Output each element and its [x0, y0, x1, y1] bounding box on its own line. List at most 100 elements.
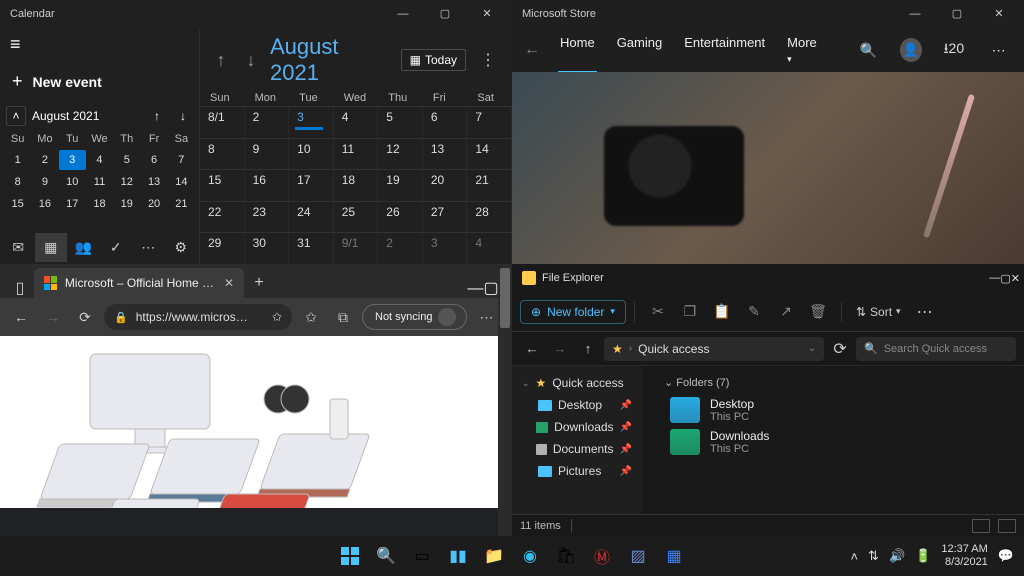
mail-icon[interactable]: ✉ — [2, 233, 35, 262]
start-button[interactable] — [334, 540, 366, 572]
day-cell[interactable]: 20 — [423, 169, 468, 201]
web-content[interactable] — [0, 336, 512, 508]
store-tab-home[interactable]: Home — [558, 25, 597, 75]
mini-day[interactable]: 9 — [31, 172, 58, 192]
mini-day[interactable]: 17 — [59, 194, 86, 214]
day-cell[interactable]: 14 — [467, 138, 512, 170]
day-cell[interactable]: 28 — [467, 201, 512, 233]
day-cell[interactable]: 8/1 — [200, 106, 245, 138]
mini-prev-icon[interactable]: ↑ — [147, 109, 167, 123]
search-button[interactable]: 🔍 — [370, 540, 402, 572]
new-tab-button[interactable]: + — [244, 268, 274, 298]
breadcrumb[interactable]: ★ › Quick access ⌄ — [604, 337, 824, 361]
month-grid[interactable]: 8/12345678910111213141516171819202122232… — [200, 106, 512, 264]
mini-day[interactable]: 2 — [31, 150, 58, 170]
cut-icon[interactable]: ✂ — [643, 303, 673, 320]
up-icon[interactable]: ↑ — [576, 341, 600, 356]
maximize-button[interactable]: ▢ — [483, 278, 498, 298]
day-cell[interactable]: 6 — [423, 106, 468, 138]
explorer-titlebar[interactable]: File Explorer ― ▢ ✕ — [512, 264, 1024, 292]
day-cell[interactable]: 5 — [378, 106, 423, 138]
profile-avatar[interactable]: 👤 — [900, 38, 923, 62]
rename-icon[interactable]: ✎ — [739, 303, 769, 320]
day-cell[interactable]: 31 — [289, 232, 334, 264]
mini-day[interactable]: 7 — [168, 150, 195, 170]
mini-day[interactable]: 18 — [86, 194, 113, 214]
notifications-icon[interactable]: 💬 — [998, 548, 1014, 564]
delete-icon[interactable]: 🗑 — [803, 303, 833, 320]
back-icon[interactable]: ← — [520, 341, 544, 356]
system-tray[interactable]: ˄ ⇅ 🔊 🔋 12:37 AM 8/3/2021 💬 — [850, 543, 1024, 568]
day-cell[interactable]: 7 — [467, 106, 512, 138]
prev-month-icon[interactable]: ↑ — [210, 50, 232, 71]
day-cell[interactable]: 26 — [378, 201, 423, 233]
day-cell[interactable]: 19 — [378, 169, 423, 201]
mini-day[interactable]: 1 — [4, 150, 31, 170]
today-button[interactable]: ▦ Today — [401, 49, 466, 71]
minimize-button[interactable]: ― — [467, 280, 483, 298]
maximize-button[interactable]: ▢ — [424, 0, 466, 28]
scrollbar-thumb[interactable] — [500, 268, 510, 328]
close-button[interactable]: ✕ — [1011, 272, 1020, 285]
more-icon[interactable]: ⋯ — [132, 233, 165, 262]
browser-tab[interactable]: Microsoft – Official Home Page ✕ — [34, 268, 244, 298]
back-icon[interactable]: ← — [524, 41, 540, 59]
share-icon[interactable]: ↗ — [771, 303, 801, 320]
day-cell[interactable]: 30 — [245, 232, 290, 264]
battery-icon[interactable]: 🔋 — [915, 548, 931, 564]
mini-day[interactable]: 16 — [31, 194, 58, 214]
taskbar[interactable]: 🔍 ▭ ▮▮ 📁 ◉ 🛍 Ⓜ ▨ ▦ ˄ ⇅ 🔊 🔋 12:37 AM 8/3/… — [0, 536, 1024, 576]
day-cell[interactable]: 10 — [289, 138, 334, 170]
mini-day[interactable]: 13 — [140, 172, 167, 192]
address-bar[interactable]: 🔒 https://www.micros… ✩ — [104, 304, 292, 330]
search-icon[interactable]: 🔍 — [855, 42, 882, 59]
taskbar-clock[interactable]: 12:37 AM 8/3/2021 — [941, 543, 987, 568]
favorite-icon[interactable]: ✩ — [298, 309, 324, 326]
app-taskbar-icon[interactable]: ▨ — [622, 540, 654, 572]
day-cell[interactable]: 12 — [378, 138, 423, 170]
mini-day[interactable]: 5 — [113, 150, 140, 170]
day-cell[interactable]: 27 — [423, 201, 468, 233]
new-event-button[interactable]: + New event — [0, 61, 199, 102]
mini-day[interactable]: 14 — [168, 172, 195, 192]
edge-tabstrip[interactable]: ▯ Microsoft – Official Home Page ✕ + ― ▢… — [0, 264, 512, 298]
minimize-button[interactable]: ― — [989, 272, 1000, 284]
mini-day[interactable]: 21 — [168, 194, 195, 214]
navpane-quick-access[interactable]: ⌄ ★ Quick access — [516, 372, 638, 394]
mini-day[interactable]: 15 — [4, 194, 31, 214]
refresh-icon[interactable]: ⟳ — [72, 309, 98, 326]
mini-day[interactable]: 8 — [4, 172, 31, 192]
folders-group-header[interactable]: ⌄ Folders (7) — [652, 372, 1014, 397]
minimize-button[interactable]: ― — [894, 0, 936, 28]
explorer-taskbar-icon[interactable]: 📁 — [478, 540, 510, 572]
store-tab-gaming[interactable]: Gaming — [615, 25, 665, 75]
day-cell[interactable]: 2 — [245, 106, 290, 138]
day-cell[interactable]: 9/1 — [334, 232, 379, 264]
details-view-icon[interactable] — [972, 519, 990, 533]
day-cell[interactable]: 24 — [289, 201, 334, 233]
hamburger-icon[interactable]: ≡ — [0, 28, 199, 61]
calendar-icon[interactable]: ▦ — [35, 233, 68, 262]
scrollbar[interactable] — [498, 264, 512, 536]
store-hero-image[interactable] — [512, 72, 1024, 264]
tray-chevron-icon[interactable]: ˄ — [850, 549, 858, 564]
task-view-button[interactable]: ▭ — [406, 540, 438, 572]
large-icons-view-icon[interactable] — [998, 519, 1016, 533]
mini-calendar[interactable]: SuMoTuWeThFrSa12345678910111213141516171… — [0, 130, 199, 214]
day-cell[interactable]: 15 — [200, 169, 245, 201]
copy-icon[interactable]: ❐ — [675, 303, 705, 320]
mini-day[interactable]: 19 — [113, 194, 140, 214]
chevron-down-icon[interactable]: ⌄ — [808, 343, 816, 354]
settings-icon[interactable]: ⚙ — [165, 233, 198, 262]
navpane-item[interactable]: Pictures📌 — [516, 460, 638, 482]
day-cell[interactable]: 22 — [200, 201, 245, 233]
navpane-item[interactable]: Downloads📌 — [516, 416, 638, 438]
search-input[interactable]: 🔍 Search Quick access — [856, 337, 1016, 361]
store-taskbar-icon[interactable]: 🛍 — [550, 540, 582, 572]
mini-day[interactable]: 6 — [140, 150, 167, 170]
folder-item[interactable]: DownloadsThis PC — [670, 429, 1014, 455]
day-cell[interactable]: 25 — [334, 201, 379, 233]
day-cell[interactable]: 3 — [289, 106, 334, 138]
store-more-icon[interactable]: ⋯ — [985, 42, 1012, 59]
navpane-item[interactable]: Desktop📌 — [516, 394, 638, 416]
